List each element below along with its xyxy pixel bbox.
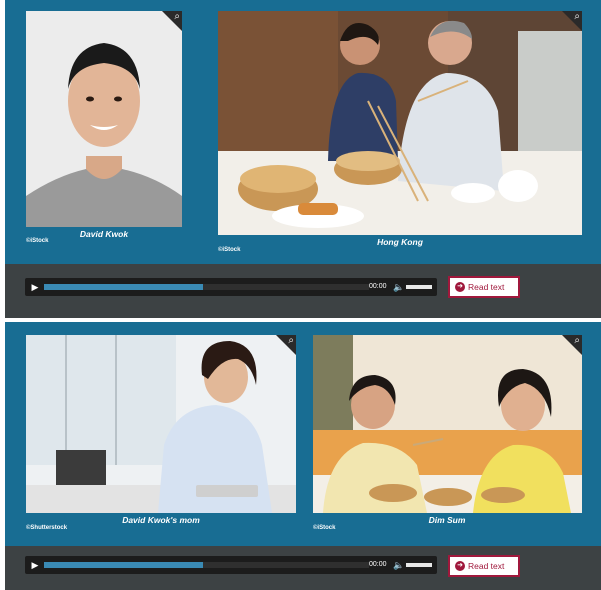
photo-david-kwoks-mom[interactable]: ⌕: [26, 335, 296, 513]
play-icon[interactable]: ▶: [29, 559, 41, 571]
audio-player: ▶ 00:00 🔈: [25, 556, 437, 574]
photo-credit: ©iStock: [313, 525, 336, 531]
audio-bar: ▶ 00:00 🔈 ➜ Read text: [5, 264, 601, 318]
volume-icon[interactable]: 🔈: [393, 281, 404, 293]
play-icon[interactable]: ▶: [29, 281, 41, 293]
photo-caption: David Kwok: [79, 229, 129, 239]
photo-panel: ⌕ David Kwok ©iStock ⌕ Hong Kong ©iStock: [5, 0, 601, 264]
time-display: 00:00: [369, 283, 387, 290]
read-text-button[interactable]: ➜ Read text: [448, 276, 520, 298]
photo-caption: Hong Kong: [377, 237, 423, 247]
photo-credit: ©Shutterstock: [26, 525, 68, 531]
progress-fill: [44, 562, 204, 568]
media-card-1: ⌕ David Kwok ©iStock ⌕ Hong Kong ©iStock…: [5, 0, 601, 318]
read-text-label: Read text: [468, 561, 505, 571]
dim-sum-image: [313, 335, 582, 513]
volume-icon[interactable]: 🔈: [393, 559, 404, 571]
office-image: [26, 335, 296, 513]
volume-slider[interactable]: [406, 563, 432, 567]
time-display: 00:00: [369, 561, 387, 568]
progress-track[interactable]: [44, 284, 369, 290]
photo-hong-kong[interactable]: ⌕: [218, 11, 582, 235]
read-text-label: Read text: [468, 282, 505, 292]
audio-bar: ▶ 00:00 🔈 ➜ Read text: [5, 546, 601, 590]
photo-dim-sum[interactable]: ⌕: [313, 335, 582, 513]
audio-player: ▶ 00:00 🔈: [25, 278, 437, 296]
progress-fill: [44, 284, 204, 290]
media-card-2: ⌕ David Kwok's mom ©Shutterstock ⌕ Dim S…: [5, 322, 601, 590]
photo-credit: ©iStock: [218, 247, 241, 253]
portrait-image: [26, 11, 182, 227]
restaurant-image: [218, 11, 582, 235]
photo-credit: ©iStock: [26, 238, 49, 244]
photo-caption: David Kwok's mom: [122, 515, 200, 525]
arrow-circle-icon: ➜: [455, 282, 465, 292]
read-text-button[interactable]: ➜ Read text: [448, 555, 520, 577]
photo-caption: Dim Sum: [428, 515, 466, 525]
photo-panel: ⌕ David Kwok's mom ©Shutterstock ⌕ Dim S…: [5, 322, 601, 546]
arrow-circle-icon: ➜: [455, 561, 465, 571]
volume-slider[interactable]: [406, 285, 432, 289]
progress-track[interactable]: [44, 562, 369, 568]
photo-david-kwok[interactable]: ⌕: [26, 11, 182, 227]
